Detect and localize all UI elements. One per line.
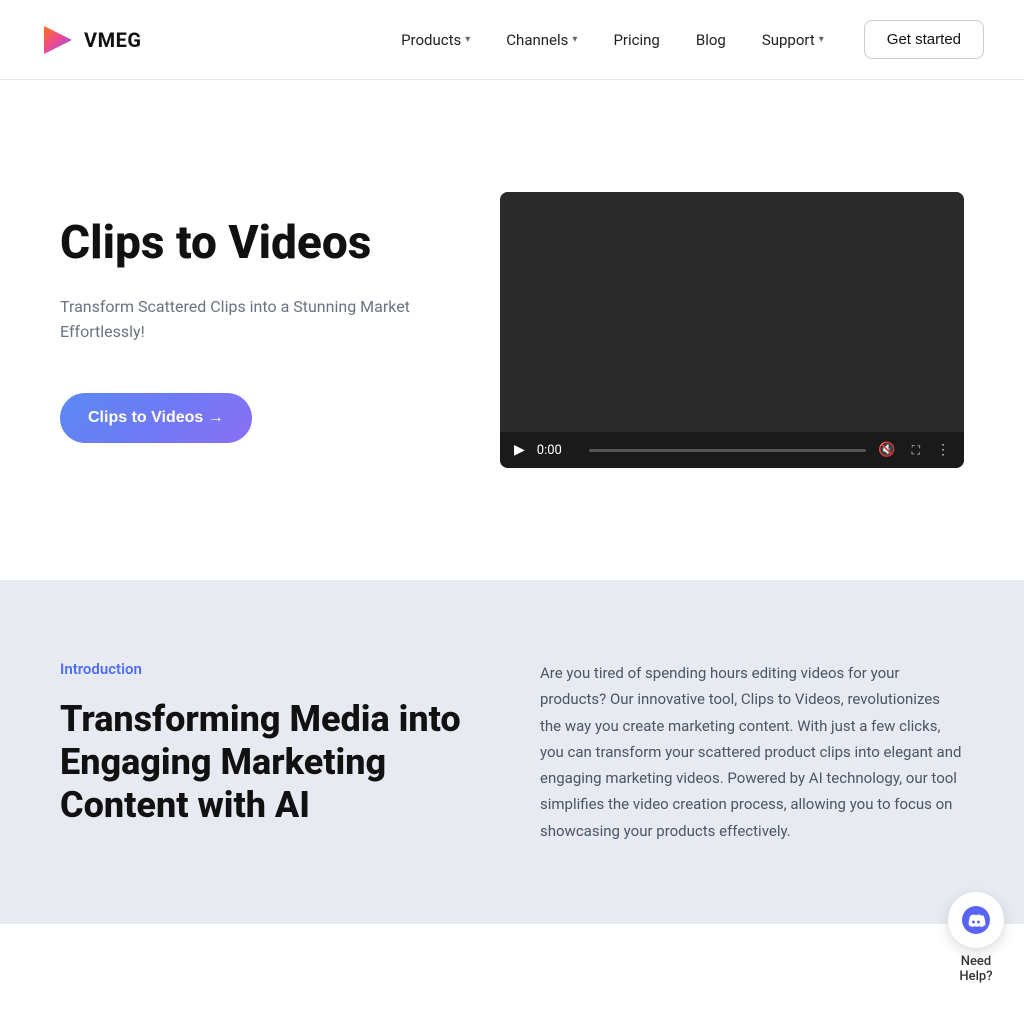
intro-heading: Transforming Media into Engaging Marketi… — [60, 698, 480, 828]
discord-icon — [962, 906, 990, 934]
intro-left: Introduction Transforming Media into Eng… — [60, 660, 480, 828]
nav-blog[interactable]: Blog — [696, 31, 726, 49]
nav-channels[interactable]: Channels ▾ — [506, 31, 577, 49]
video-icon-group: 🔇 ⛶ ⋮ — [878, 442, 950, 458]
hero-section: Clips to Videos Transform Scattered Clip… — [0, 80, 1024, 580]
volume-icon[interactable]: 🔇 — [878, 442, 895, 458]
video-player: ▶ 0:00 🔇 ⛶ ⋮ — [500, 192, 964, 468]
hero-right: ▶ 0:00 🔇 ⛶ ⋮ — [500, 192, 964, 468]
progress-bar[interactable] — [589, 449, 866, 452]
intro-section: Introduction Transforming Media into Eng… — [0, 580, 1024, 924]
hero-title: Clips to Videos — [60, 217, 440, 270]
fullscreen-icon[interactable]: ⛶ — [912, 443, 920, 458]
video-controls: ▶ 0:00 🔇 ⛶ ⋮ — [500, 432, 964, 468]
main-nav: Products ▾ Channels ▾ Pricing Blog Suppo… — [401, 31, 824, 49]
hero-subtitle: Transform Scattered Clips into a Stunnin… — [60, 294, 440, 345]
nav-pricing[interactable]: Pricing — [613, 31, 659, 49]
hero-left: Clips to Videos Transform Scattered Clip… — [60, 217, 440, 443]
chat-widget[interactable]: Need Help? — [948, 892, 1004, 984]
chevron-down-icon: ▾ — [819, 34, 824, 45]
nav-support[interactable]: Support ▾ — [762, 31, 824, 49]
logo[interactable]: VMEG — [40, 22, 141, 58]
intro-right: Are you tired of spending hours editing … — [540, 660, 964, 844]
nav-products[interactable]: Products ▾ — [401, 31, 470, 49]
get-started-button[interactable]: Get started — [864, 20, 984, 59]
play-button[interactable]: ▶ — [514, 442, 525, 458]
header: VMEG Products ▾ Channels ▾ Pricing Blog … — [0, 0, 1024, 80]
hero-cta-button[interactable]: Clips to Videos → — [60, 393, 252, 443]
time-display: 0:00 — [537, 443, 577, 458]
chevron-down-icon: ▾ — [465, 34, 470, 45]
chevron-down-icon: ▾ — [572, 34, 577, 45]
brand-name: VMEG — [84, 28, 141, 52]
chat-label: Need Help? — [959, 954, 992, 984]
more-options-icon[interactable]: ⋮ — [936, 442, 950, 458]
chat-bubble-button[interactable] — [948, 892, 1004, 948]
intro-body: Are you tired of spending hours editing … — [540, 660, 964, 844]
video-screen — [500, 192, 964, 432]
intro-label: Introduction — [60, 660, 480, 678]
logo-icon — [40, 22, 76, 58]
